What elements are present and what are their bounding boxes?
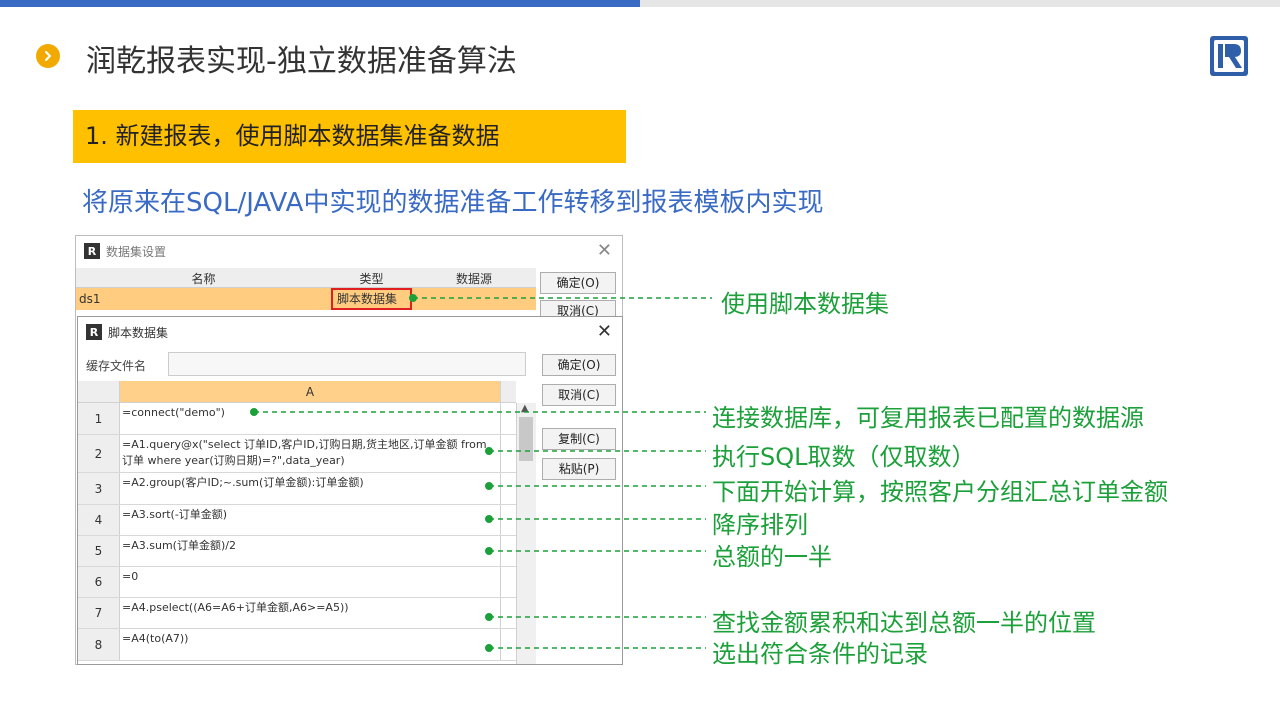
- table-header: 名称 类型 数据源: [76, 268, 536, 288]
- page-title: 润乾报表实现-独立数据准备算法: [86, 44, 517, 79]
- annotation-half-sum: 总额的一半: [712, 543, 832, 571]
- cache-file-input[interactable]: [168, 352, 526, 376]
- extra-cell: [500, 505, 516, 535]
- column-source-header: 数据源: [455, 272, 492, 286]
- code-cell[interactable]: =connect("demo"): [122, 405, 498, 421]
- annotation-sort: 降序排列: [712, 511, 808, 539]
- table-row[interactable]: 3 =A2.group(客户ID;~.sum(订单金额):订单金额): [78, 473, 516, 505]
- grid-corner: [78, 381, 120, 403]
- ok-button[interactable]: 确定(O): [540, 272, 616, 294]
- copy-button[interactable]: 复制(C): [542, 428, 616, 450]
- close-icon[interactable]: ✕: [597, 323, 612, 341]
- column-name-header: 名称: [191, 272, 216, 286]
- code-cell[interactable]: =A4(to(A7)): [122, 631, 498, 647]
- dialog-title: 脚本数据集: [108, 325, 169, 340]
- row-number: 3: [78, 473, 120, 504]
- table-row[interactable]: 7 =A4.pselect((A6=A6+订单金额,A6>=A5)): [78, 598, 516, 629]
- extra-cell: [500, 567, 516, 597]
- scroll-thumb[interactable]: [519, 417, 533, 461]
- row-number: 6: [78, 567, 120, 597]
- extra-cell: [500, 598, 516, 628]
- extra-cell: [500, 473, 516, 504]
- extra-cell: [500, 435, 516, 472]
- raqsoft-logo-icon: [1210, 36, 1248, 76]
- paste-button[interactable]: 粘贴(P): [542, 458, 616, 480]
- annotation-select-records: 选出符合条件的记录: [712, 640, 928, 668]
- cancel-button[interactable]: 取消(C): [542, 384, 616, 406]
- table-row[interactable]: 4 =A3.sort(-订单金额): [78, 505, 516, 536]
- subtitle: 将原来在SQL/JAVA中实现的数据准备工作转移到报表模板内实现: [82, 188, 824, 218]
- scroll-up-icon[interactable]: ▲: [521, 403, 529, 414]
- close-icon[interactable]: ✕: [597, 242, 612, 260]
- annotation-query: 执行SQL取数（仅取数）: [712, 443, 976, 471]
- table-row[interactable]: 5 =A3.sum(订单金额)/2: [78, 536, 516, 567]
- row-number: 4: [78, 505, 120, 535]
- chevron-right-icon: [36, 44, 60, 68]
- top-accent-bar: [0, 0, 640, 7]
- dialog-titlebar: R 数据集设置 ✕: [76, 236, 622, 266]
- code-cell[interactable]: =0: [122, 569, 498, 585]
- annotation-pselect: 查找金额累积和达到总额一半的位置: [712, 609, 1096, 637]
- annotation-script-dataset: 使用脚本数据集: [721, 290, 889, 318]
- row-number: 2: [78, 435, 120, 472]
- app-icon: R: [84, 243, 100, 259]
- annotation-group: 下面开始计算，按照客户分组汇总订单金额: [712, 478, 1168, 506]
- table-row[interactable]: 8 =A4(to(A7)): [78, 629, 516, 661]
- extra-cell: [500, 536, 516, 566]
- row-number: 8: [78, 629, 120, 660]
- dialog-titlebar: R 脚本数据集 ✕: [78, 317, 622, 347]
- column-type-header: 类型: [359, 272, 384, 286]
- app-icon: R: [86, 324, 102, 340]
- annotation-connect: 连接数据库，可复用报表已配置的数据源: [712, 404, 1144, 432]
- cache-file-label: 缓存文件名: [86, 359, 147, 373]
- code-cell[interactable]: =A2.group(客户ID;~.sum(订单金额):订单金额): [122, 475, 498, 491]
- code-cell[interactable]: =A3.sort(-订单金额): [122, 507, 498, 523]
- row-number: 5: [78, 536, 120, 566]
- dataset-type-cell[interactable]: 脚本数据集: [331, 288, 412, 310]
- table-row[interactable]: 1 =connect("demo"): [78, 403, 516, 435]
- step-banner: 1. 新建报表，使用脚本数据集准备数据: [73, 110, 626, 163]
- column-extra-header: [500, 381, 516, 403]
- ok-button[interactable]: 确定(O): [542, 354, 616, 376]
- code-cell[interactable]: =A4.pselect((A6=A6+订单金额,A6>=A5)): [122, 600, 498, 616]
- code-cell[interactable]: =A1.query@x("select 订单ID,客户ID,订购日期,货主地区,…: [122, 437, 498, 469]
- extra-cell: [500, 403, 516, 434]
- vertical-scrollbar[interactable]: ▲: [516, 403, 536, 664]
- top-grey-bar: [640, 0, 1280, 7]
- extra-cell: [500, 629, 516, 660]
- table-row[interactable]: 6 =0: [78, 567, 516, 598]
- dialog-title: 数据集设置: [106, 244, 167, 259]
- row-number: 7: [78, 598, 120, 628]
- script-dataset-dialog: R 脚本数据集 ✕ 缓存文件名 确定(O) 取消(C) 复制(C) 粘贴(P) …: [77, 316, 623, 665]
- row-number: 1: [78, 403, 120, 434]
- column-a-header[interactable]: A: [120, 381, 500, 403]
- code-cell[interactable]: =A3.sum(订单金额)/2: [122, 538, 498, 554]
- table-row[interactable]: 2 =A1.query@x("select 订单ID,客户ID,订购日期,货主地…: [78, 435, 516, 473]
- dataset-name-cell: ds1: [79, 292, 101, 306]
- table-row[interactable]: ds1 脚本数据集: [76, 288, 536, 310]
